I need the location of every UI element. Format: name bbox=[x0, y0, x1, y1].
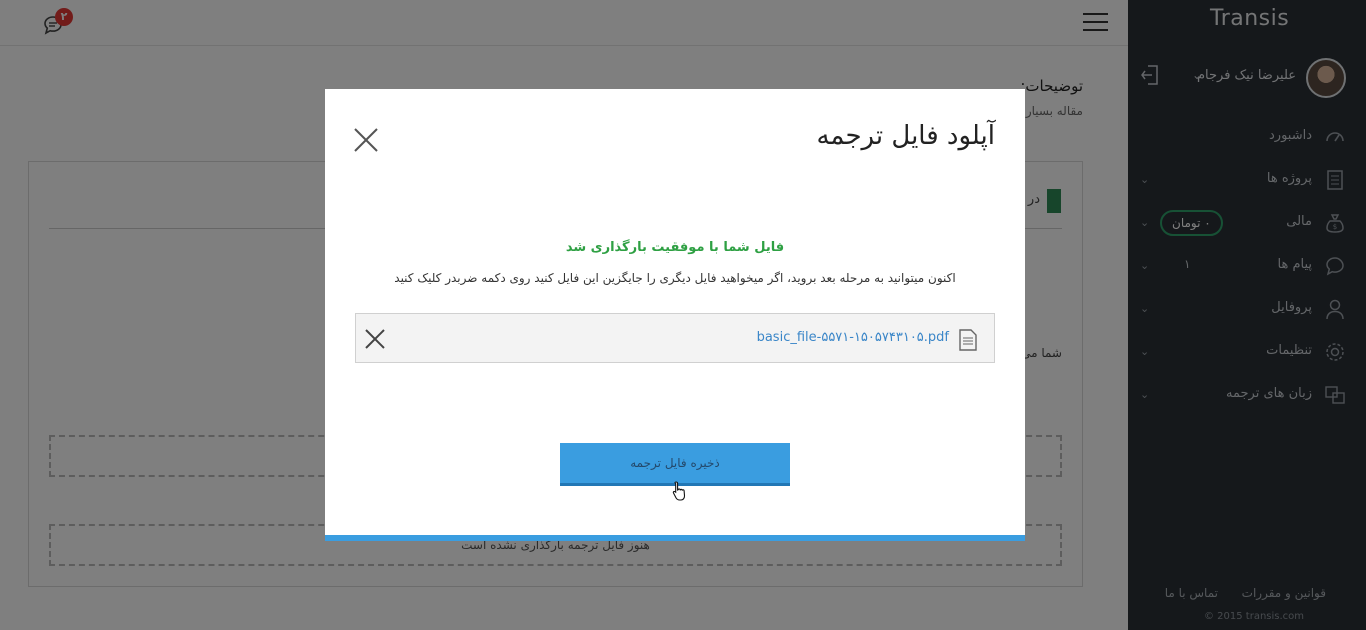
success-message: فایل شما با موفقیت بارگذاری شد bbox=[565, 240, 785, 255]
close-icon[interactable] bbox=[353, 127, 379, 153]
info-message: اکنون میتوانید به مرحله بعد بروید، اگر م… bbox=[394, 271, 956, 285]
file-name-link[interactable]: basic_file-۵۵۷۱-۱۵۰۵۷۴۳۱۰۵.pdf bbox=[757, 330, 949, 345]
remove-file-icon[interactable] bbox=[364, 328, 386, 350]
file-icon bbox=[959, 329, 977, 351]
uploaded-file: basic_file-۵۵۷۱-۱۵۰۵۷۴۳۱۰۵.pdf bbox=[355, 313, 995, 363]
modal-title: آپلود فایل ترجمه bbox=[816, 121, 995, 151]
upload-modal: آپلود فایل ترجمه فایل شما با موفقیت بارگ… bbox=[325, 89, 1025, 541]
hand-cursor-icon bbox=[672, 481, 686, 501]
